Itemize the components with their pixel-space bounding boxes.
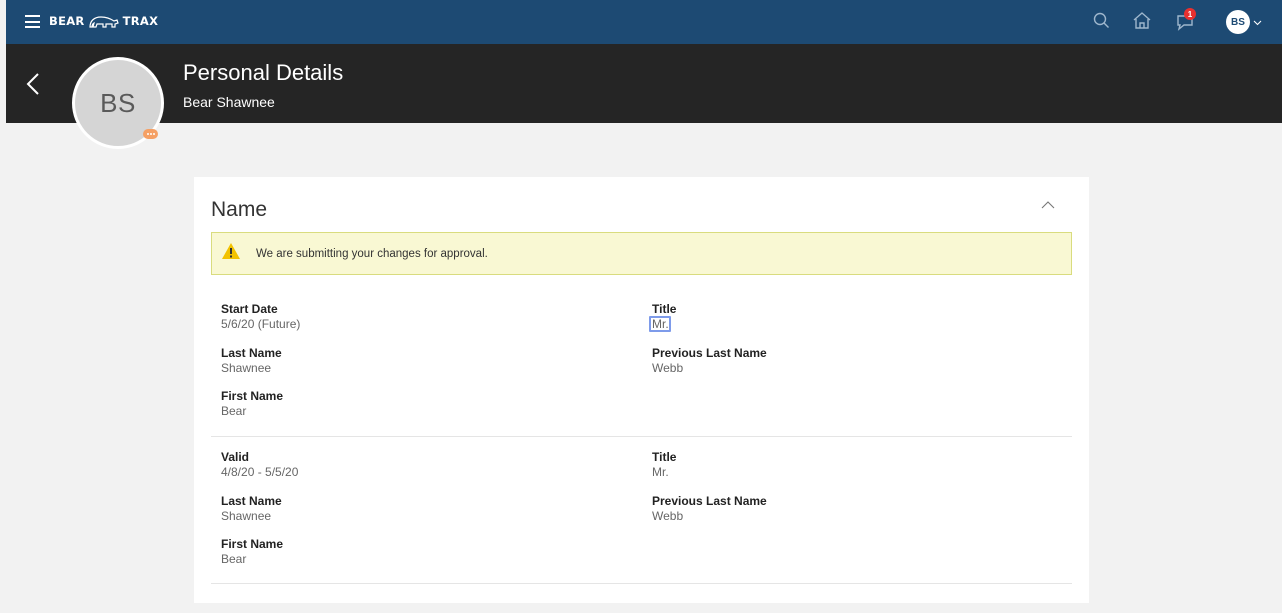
- section-title: Name: [211, 198, 268, 221]
- bear-icon: [88, 16, 119, 28]
- chevron-up-icon[interactable]: [1041, 200, 1055, 210]
- notification-badge: 1: [1184, 8, 1196, 20]
- start-date-value: 5/6/20 (Future): [221, 317, 301, 331]
- last-name-value: Shawnee: [221, 509, 272, 523]
- employee-name: Bear Shawnee: [183, 94, 275, 110]
- title-value[interactable]: Mr.: [652, 317, 669, 331]
- page-header: Personal Details Bear Shawnee: [6, 44, 1282, 123]
- title-value: Mr.: [652, 465, 669, 479]
- title-label: Title: [652, 302, 677, 316]
- start-date-label: Start Date: [221, 302, 278, 316]
- home-icon[interactable]: [1131, 10, 1153, 32]
- first-name-value: Bear: [221, 404, 247, 418]
- record-divider: [211, 436, 1072, 437]
- brand-logo[interactable]: BEAR TRAX: [49, 13, 158, 29]
- previous-last-name-value: Webb: [652, 509, 684, 523]
- previous-last-name-value: Webb: [652, 361, 684, 375]
- alert-message: We are submitting your changes for appro…: [256, 248, 488, 260]
- approval-alert: We are submitting your changes for appro…: [211, 232, 1072, 275]
- valid-label: Valid: [221, 450, 250, 464]
- title-label: Title: [652, 450, 677, 464]
- last-name-label: Last Name: [221, 494, 282, 508]
- more-options-icon[interactable]: [143, 129, 158, 139]
- first-name-label: First Name: [221, 389, 284, 403]
- warning-icon: [222, 243, 240, 259]
- chevron-down-icon[interactable]: [1253, 18, 1262, 27]
- menu-icon[interactable]: [25, 15, 40, 28]
- record-divider: [211, 583, 1072, 584]
- last-name-value: Shawnee: [221, 361, 272, 375]
- back-arrow-icon[interactable]: [26, 72, 40, 96]
- page-title: Personal Details: [183, 60, 344, 85]
- brand-text-left: BEAR: [49, 14, 85, 28]
- top-nav-bar: BEAR TRAX 1 BS: [6, 0, 1282, 44]
- last-name-label: Last Name: [221, 346, 282, 360]
- previous-last-name-label: Previous Last Name: [652, 346, 767, 360]
- brand-text-right: TRAX: [122, 14, 159, 28]
- first-name-label: First Name: [221, 537, 284, 551]
- first-name-value: Bear: [221, 552, 247, 566]
- name-card: Name We are submitting your changes for …: [194, 177, 1089, 603]
- previous-last-name-label: Previous Last Name: [652, 494, 767, 508]
- notifications-button[interactable]: 1: [1174, 8, 1196, 32]
- valid-value: 4/8/20 - 5/5/20: [221, 465, 299, 479]
- user-avatar-button[interactable]: BS: [1226, 10, 1250, 34]
- search-icon[interactable]: [1091, 10, 1113, 32]
